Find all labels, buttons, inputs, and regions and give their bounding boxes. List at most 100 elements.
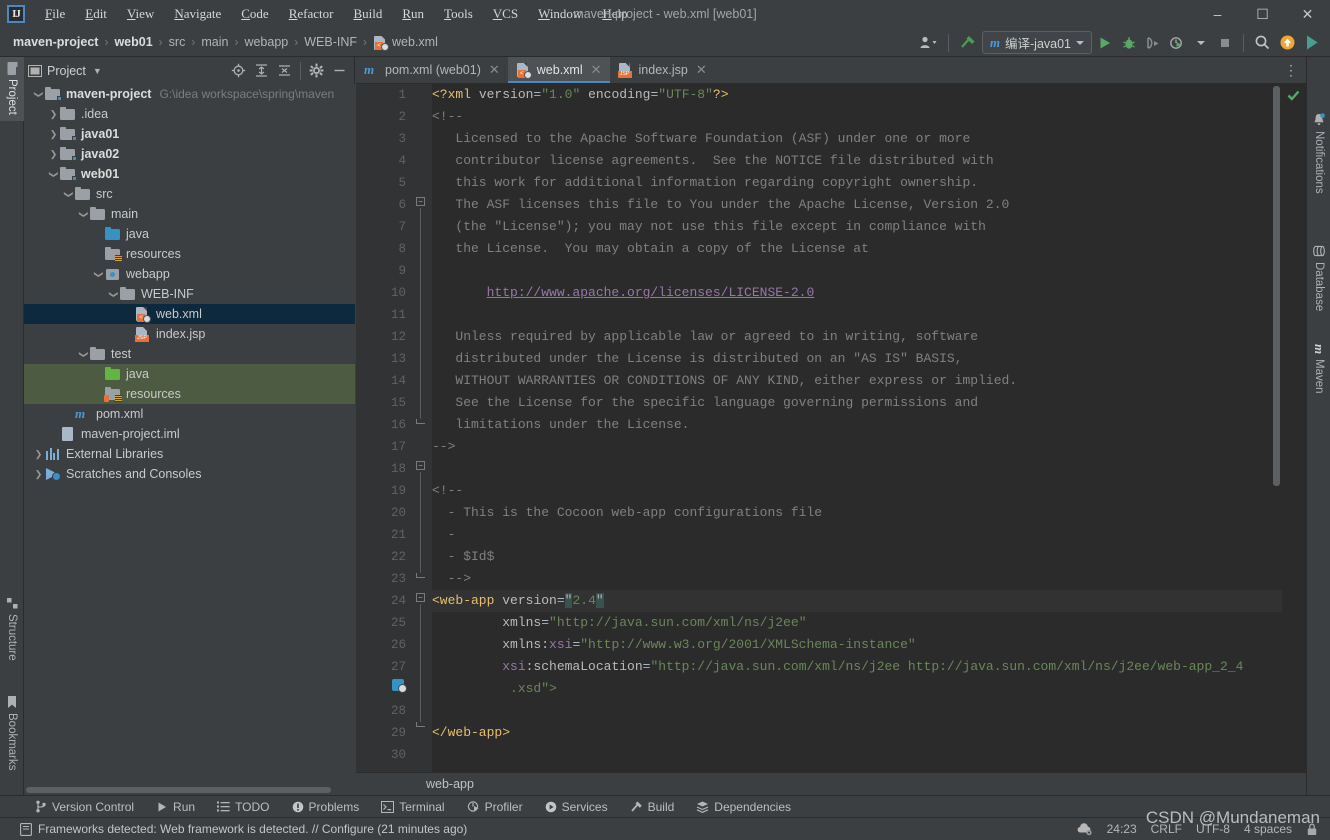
profiler-dropdown-icon[interactable]	[1190, 32, 1212, 54]
debug-icon[interactable]	[1118, 32, 1140, 54]
run-configuration-selector[interactable]: m 编译-java01	[981, 31, 1092, 54]
code-line[interactable]: <!--	[432, 480, 1306, 502]
toolwindow-services[interactable]: Services	[534, 796, 619, 818]
chevron-right-icon[interactable]: ❯	[47, 129, 60, 140]
profiler-icon[interactable]	[1166, 32, 1188, 54]
code-line[interactable]: <?xml version="1.0" encoding="UTF-8"?>	[432, 84, 1306, 106]
tree-node-src[interactable]: ❯ src	[24, 184, 355, 204]
code-line[interactable]: <web-app version="2.4"	[432, 590, 1306, 612]
project-tree[interactable]: ❯ maven-project G:\idea workspace\spring\m…	[24, 84, 355, 784]
scrollbar-thumb[interactable]	[26, 787, 331, 793]
code-line[interactable]: - This is the Cocoon web-app configurati…	[432, 502, 1306, 524]
fold-marker[interactable]: −	[416, 461, 425, 470]
code-line[interactable]: distributed under the License is distrib…	[432, 348, 1306, 370]
minimize-button[interactable]: –	[1195, 0, 1240, 28]
file-encoding[interactable]: UTF-8	[1196, 822, 1230, 836]
tree-node-webapp[interactable]: ❯ webapp	[24, 264, 355, 284]
menu-item-tools[interactable]: Tools	[434, 2, 483, 26]
breadcrumb-item-webapp[interactable]: webapp	[241, 33, 291, 51]
menu-item-help[interactable]: Help	[592, 2, 637, 26]
chevron-down-icon[interactable]: ❯	[48, 168, 59, 181]
code-line[interactable]: The ASF licenses this file to You under …	[432, 194, 1306, 216]
code-text[interactable]: <?xml version="1.0" encoding="UTF-8"?> <!…	[432, 84, 1306, 775]
editor-tab-web-xml[interactable]: < web.xml ✕	[507, 57, 610, 83]
tree-node-java01[interactable]: ❯ java01	[24, 124, 355, 144]
code-line[interactable]	[432, 260, 1306, 282]
close-icon[interactable]: ✕	[489, 62, 500, 78]
breadcrumb-item-web-inf[interactable]: WEB-INF	[301, 33, 360, 51]
sidebar-item-notifications[interactable]: Notifications	[1307, 107, 1330, 200]
tree-node-resources[interactable]: resources	[24, 244, 355, 264]
line-separator[interactable]: CRLF	[1151, 822, 1182, 836]
chevron-down-icon[interactable]: ▼	[93, 66, 102, 76]
menu-item-window[interactable]: Window	[528, 2, 592, 26]
code-line[interactable]: -->	[432, 436, 1306, 458]
select-opened-file-icon[interactable]	[228, 60, 249, 81]
tree-node-test[interactable]: ❯ test	[24, 344, 355, 364]
chevron-right-icon[interactable]: ❯	[32, 469, 45, 480]
chevron-right-icon[interactable]: ❯	[32, 449, 45, 460]
code-line[interactable]: <!--	[432, 106, 1306, 128]
toolwindow-dependencies[interactable]: Dependencies	[685, 796, 802, 818]
tree-node-java[interactable]: java	[24, 224, 355, 244]
lock-icon[interactable]	[1306, 823, 1318, 836]
code-line[interactable]	[432, 744, 1306, 766]
fold-marker[interactable]: −	[416, 593, 425, 602]
code-line[interactable]: limitations under the License.	[432, 414, 1306, 436]
toolwindow-version-control[interactable]: Version Control	[24, 796, 145, 818]
breadcrumb-item-web01[interactable]: web01	[111, 33, 155, 51]
chevron-down-icon[interactable]: ❯	[33, 88, 44, 101]
code-line[interactable]: xmlns:xsi="http://www.w3.org/2001/XMLSch…	[432, 634, 1306, 656]
code-line[interactable]: See the License for the specific languag…	[432, 392, 1306, 414]
code-line[interactable]: (the "License"); you may not use this fi…	[432, 216, 1306, 238]
maximize-button[interactable]: ☐	[1240, 0, 1285, 28]
toolwindow-problems[interactable]: Problems	[281, 796, 371, 818]
tree-node-maven-project-iml[interactable]: maven-project.iml	[24, 424, 355, 444]
tree-node-scratches-and-consoles[interactable]: ❯ Scratches and Consoles	[24, 464, 355, 484]
code-line[interactable]: - $Id$	[432, 546, 1306, 568]
tree-node-index-jsp[interactable]: JSP index.jsp	[24, 324, 355, 344]
scrollbar-thumb[interactable]	[1273, 86, 1280, 486]
code-line[interactable]: </web-app>	[432, 722, 1306, 744]
stop-icon[interactable]	[1214, 32, 1236, 54]
code-line[interactable]	[432, 458, 1306, 480]
breadcrumb-item-main[interactable]: main	[198, 33, 231, 51]
ide-feature-icon[interactable]	[1301, 32, 1324, 54]
indent-setting[interactable]: 4 spaces	[1244, 822, 1292, 836]
hide-panel-icon[interactable]	[329, 60, 350, 81]
build-hammer-icon[interactable]	[956, 32, 980, 54]
collapse-all-icon[interactable]	[274, 60, 295, 81]
menu-item-build[interactable]: Build	[343, 2, 392, 26]
menu-item-vcs[interactable]: VCS	[483, 2, 528, 26]
user-account-icon[interactable]	[916, 32, 941, 54]
chevron-down-icon[interactable]: ❯	[78, 348, 89, 361]
code-line[interactable]: Unless required by applicable law or agr…	[432, 326, 1306, 348]
breadcrumb-item-src[interactable]: src	[166, 33, 189, 51]
tree-node-pom-xml[interactable]: m pom.xml	[24, 404, 355, 424]
tree-node-external-libraries[interactable]: ❯ External Libraries	[24, 444, 355, 464]
tree-node-java02[interactable]: ❯ java02	[24, 144, 355, 164]
code-line[interactable]: Licensed to the Apache Software Foundati…	[432, 128, 1306, 150]
editor-breadcrumb-label[interactable]: web-app	[426, 777, 474, 791]
settings-gear-icon[interactable]	[306, 60, 327, 81]
tree-node--idea[interactable]: ❯ .idea	[24, 104, 355, 124]
tree-node-web-xml[interactable]: < web.xml	[24, 304, 355, 324]
chevron-down-icon[interactable]: ❯	[63, 188, 74, 201]
sidebar-item-bookmarks[interactable]: Bookmarks	[0, 690, 24, 777]
toolwindow-terminal[interactable]: Terminal	[370, 796, 455, 818]
code-editor[interactable]: 1 2 3 4 5 6 7 8 9 10 11 12 13 14 15 16 17 18 19 20 21 22 23 24 2…	[356, 84, 1306, 775]
editor-vertical-scrollbar[interactable]	[1271, 84, 1282, 775]
code-line[interactable]: this work for additional information reg…	[432, 172, 1306, 194]
fold-marker[interactable]: −	[416, 197, 425, 206]
menu-item-code[interactable]: Code	[231, 2, 278, 26]
search-everywhere-icon[interactable]	[1251, 32, 1274, 54]
code-line[interactable]	[432, 304, 1306, 326]
toolwindow-build[interactable]: Build	[619, 796, 686, 818]
menu-item-file[interactable]: File	[35, 2, 75, 26]
menu-item-view[interactable]: View	[117, 2, 164, 26]
menu-item-run[interactable]: Run	[392, 2, 434, 26]
chevron-down-icon[interactable]: ❯	[93, 268, 104, 281]
tree-node-web-inf[interactable]: ❯ WEB-INF	[24, 284, 355, 304]
code-line[interactable]: -	[432, 524, 1306, 546]
code-line[interactable]	[432, 700, 1306, 722]
